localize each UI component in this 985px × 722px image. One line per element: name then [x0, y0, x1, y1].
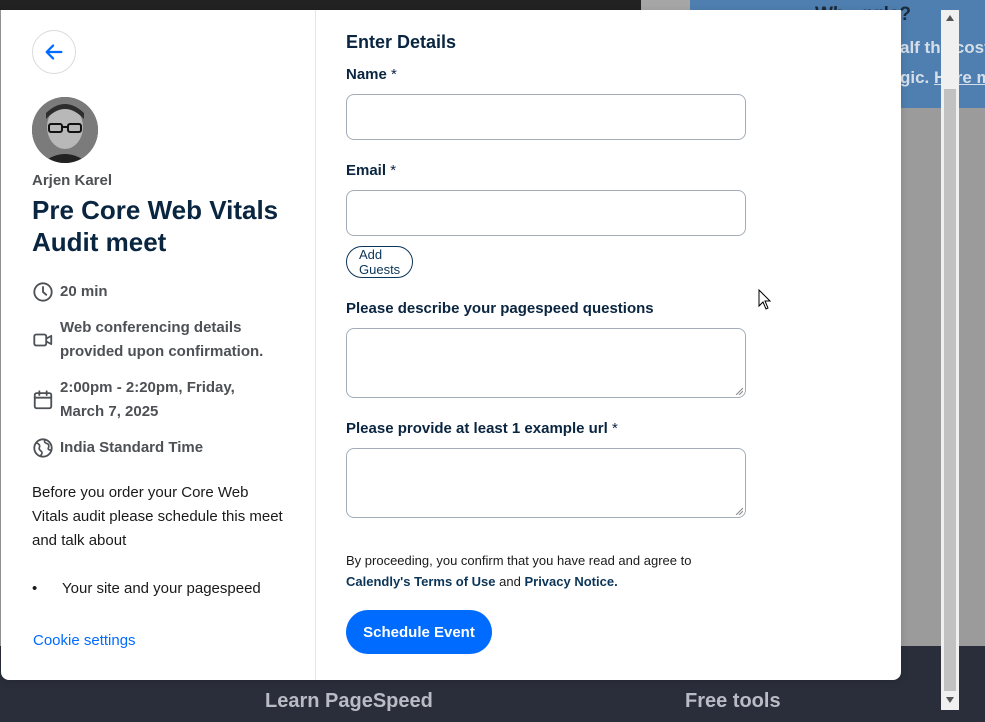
resize-handle-icon[interactable]	[735, 507, 743, 515]
legal-notice: By proceeding, you confirm that you have…	[346, 553, 692, 589]
clock-icon	[33, 282, 53, 302]
event-description: Before you order your Core Web Vitals au…	[32, 484, 283, 549]
host-name: Arjen Karel	[32, 172, 113, 189]
triangle-up-icon	[946, 15, 954, 21]
scrollbar-thumb[interactable]	[944, 89, 956, 691]
event-datetime: 2:00pm - 2:20pm, Friday, March 7, 2025	[32, 376, 262, 424]
bullet-marker: •	[32, 580, 38, 597]
event-duration: 20 min	[32, 280, 108, 304]
mouse-pointer-icon	[758, 289, 772, 310]
name-field[interactable]	[346, 94, 746, 140]
event-location: Web conferencing details provided upon c…	[32, 316, 277, 364]
cookie-settings-link[interactable]: Cookie settings	[33, 632, 136, 649]
calendar-icon	[33, 390, 53, 410]
event-title: Pre Core Web Vitals Audit meet	[32, 195, 279, 257]
footer-link-learn-pagespeed[interactable]: Learn PageSpeed	[265, 690, 433, 713]
event-timezone: India Standard Time	[32, 436, 203, 460]
example-url-textarea[interactable]	[346, 448, 746, 518]
scroll-up-arrow[interactable]	[941, 10, 959, 26]
background-header	[0, 0, 641, 10]
avatar-image	[32, 97, 98, 163]
resize-handle-icon[interactable]	[735, 387, 743, 395]
schedule-event-button[interactable]: Schedule Event	[346, 610, 492, 654]
avatar	[32, 97, 98, 163]
name-label: Name *	[346, 66, 397, 83]
globe-icon	[33, 438, 53, 458]
pagespeed-questions-textarea[interactable]	[346, 328, 746, 398]
footer-link-free-tools[interactable]: Free tools	[685, 690, 781, 713]
event-details-panel: Arjen Karel Pre Core Web Vitals Audit me…	[1, 10, 316, 680]
triangle-down-icon	[946, 697, 954, 703]
scroll-down-arrow[interactable]	[941, 692, 959, 708]
email-field[interactable]	[346, 190, 746, 236]
question2-label: Please provide at least 1 example url *	[346, 420, 618, 437]
scheduling-modal: Arjen Karel Pre Core Web Vitals Audit me…	[1, 10, 901, 680]
arrow-left-icon	[45, 44, 63, 60]
list-item: • Your site and your pagespeed	[32, 577, 261, 601]
privacy-notice-link[interactable]: Privacy Notice.	[524, 574, 617, 589]
terms-of-use-link[interactable]: Calendly's Terms of Use	[346, 574, 496, 589]
form-heading: Enter Details	[346, 32, 457, 52]
question1-label: Please describe your pagespeed questions	[346, 300, 654, 317]
email-label: Email *	[346, 162, 397, 179]
back-button[interactable]	[32, 30, 76, 74]
video-camera-icon	[33, 333, 53, 347]
add-guests-button[interactable]: Add Guests	[346, 246, 414, 278]
